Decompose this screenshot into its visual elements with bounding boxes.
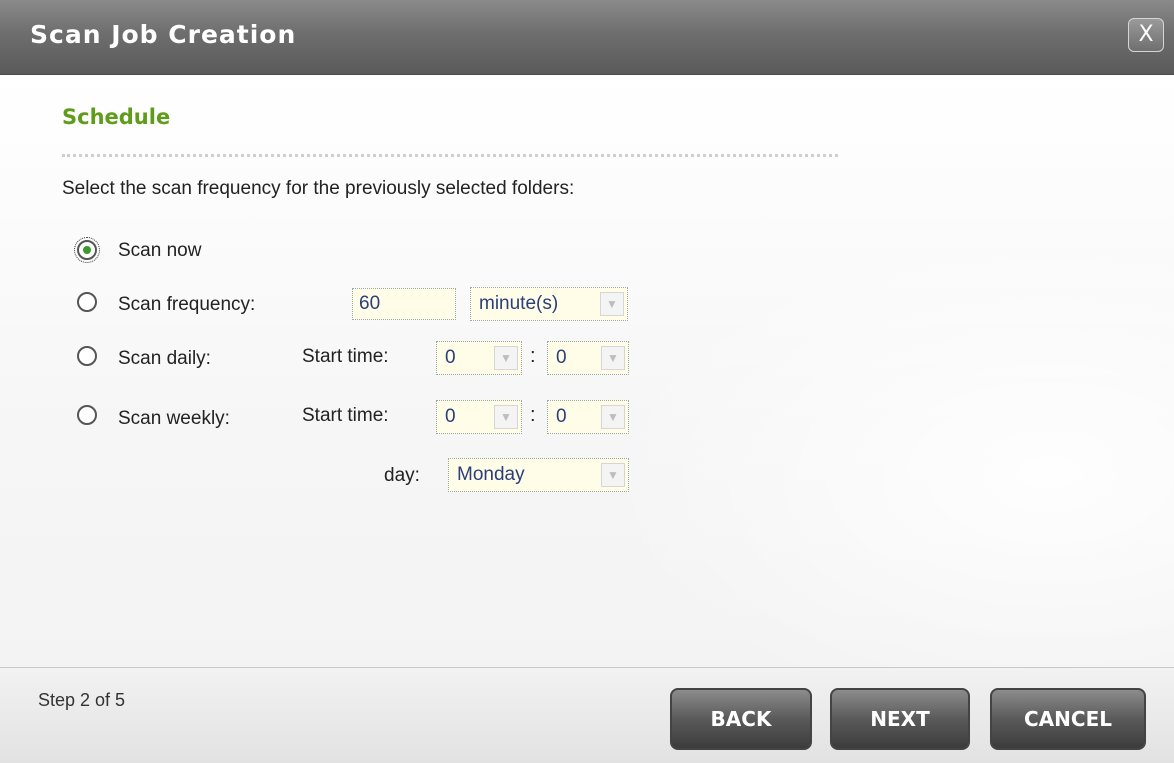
- weekly-hour-select[interactable]: 0 ▼: [436, 400, 522, 434]
- daily-hour-value: 0: [445, 347, 456, 368]
- weekly-day-value: Monday: [457, 464, 525, 485]
- dialog-content: Schedule Select the scan frequency for t…: [0, 75, 1174, 667]
- back-button[interactable]: BACK: [670, 688, 812, 750]
- next-button[interactable]: NEXT: [830, 688, 970, 750]
- weekly-start-time-label: Start time:: [302, 405, 389, 426]
- scan-frequency-label: Scan frequency:: [118, 294, 256, 315]
- background-swoosh: [600, 225, 1174, 667]
- time-separator: :: [530, 345, 536, 367]
- chevron-down-icon: ▼: [494, 405, 518, 429]
- daily-hour-select[interactable]: 0 ▼: [436, 341, 522, 375]
- chevron-down-icon: ▼: [494, 346, 518, 370]
- scan-frequency-radio[interactable]: [77, 292, 97, 312]
- cancel-button[interactable]: CANCEL: [990, 688, 1146, 750]
- frequency-unit-value: minute(s): [479, 293, 559, 314]
- weekly-day-label: day:: [384, 465, 420, 486]
- weekly-hour-value: 0: [445, 406, 456, 427]
- dialog-title-bar: Scan Job Creation X: [0, 0, 1174, 75]
- daily-start-time-label: Start time:: [302, 346, 389, 367]
- dialog-title: Scan Job Creation: [30, 20, 297, 49]
- section-title: Schedule: [62, 105, 171, 129]
- scan-now-label: Scan now: [118, 240, 202, 261]
- instruction-text: Select the scan frequency for the previo…: [62, 178, 575, 199]
- scan-frequency-input[interactable]: 60: [352, 288, 456, 320]
- scan-weekly-label: Scan weekly:: [118, 408, 230, 429]
- chevron-down-icon: ▼: [601, 405, 625, 429]
- chevron-down-icon: ▼: [600, 292, 624, 316]
- daily-minute-select[interactable]: 0 ▼: [547, 341, 629, 375]
- scan-daily-radio[interactable]: [77, 346, 97, 366]
- time-separator: :: [530, 404, 536, 426]
- weekly-day-select[interactable]: Monday ▼: [448, 458, 629, 492]
- step-indicator: Step 2 of 5: [38, 690, 126, 710]
- weekly-minute-value: 0: [556, 406, 567, 427]
- daily-minute-value: 0: [556, 347, 567, 368]
- section-divider: [62, 154, 838, 157]
- scan-weekly-radio[interactable]: [77, 405, 97, 425]
- scan-now-radio[interactable]: [74, 237, 100, 263]
- weekly-minute-select[interactable]: 0 ▼: [547, 400, 629, 434]
- scan-daily-label: Scan daily:: [118, 348, 211, 369]
- chevron-down-icon: ▼: [601, 346, 625, 370]
- close-icon: X: [1138, 22, 1154, 47]
- chevron-down-icon: ▼: [601, 463, 625, 487]
- frequency-unit-select[interactable]: minute(s) ▼: [470, 287, 628, 321]
- dialog-footer: Step 2 of 5 BACK NEXT CANCEL: [0, 667, 1174, 763]
- close-button[interactable]: X: [1128, 18, 1164, 52]
